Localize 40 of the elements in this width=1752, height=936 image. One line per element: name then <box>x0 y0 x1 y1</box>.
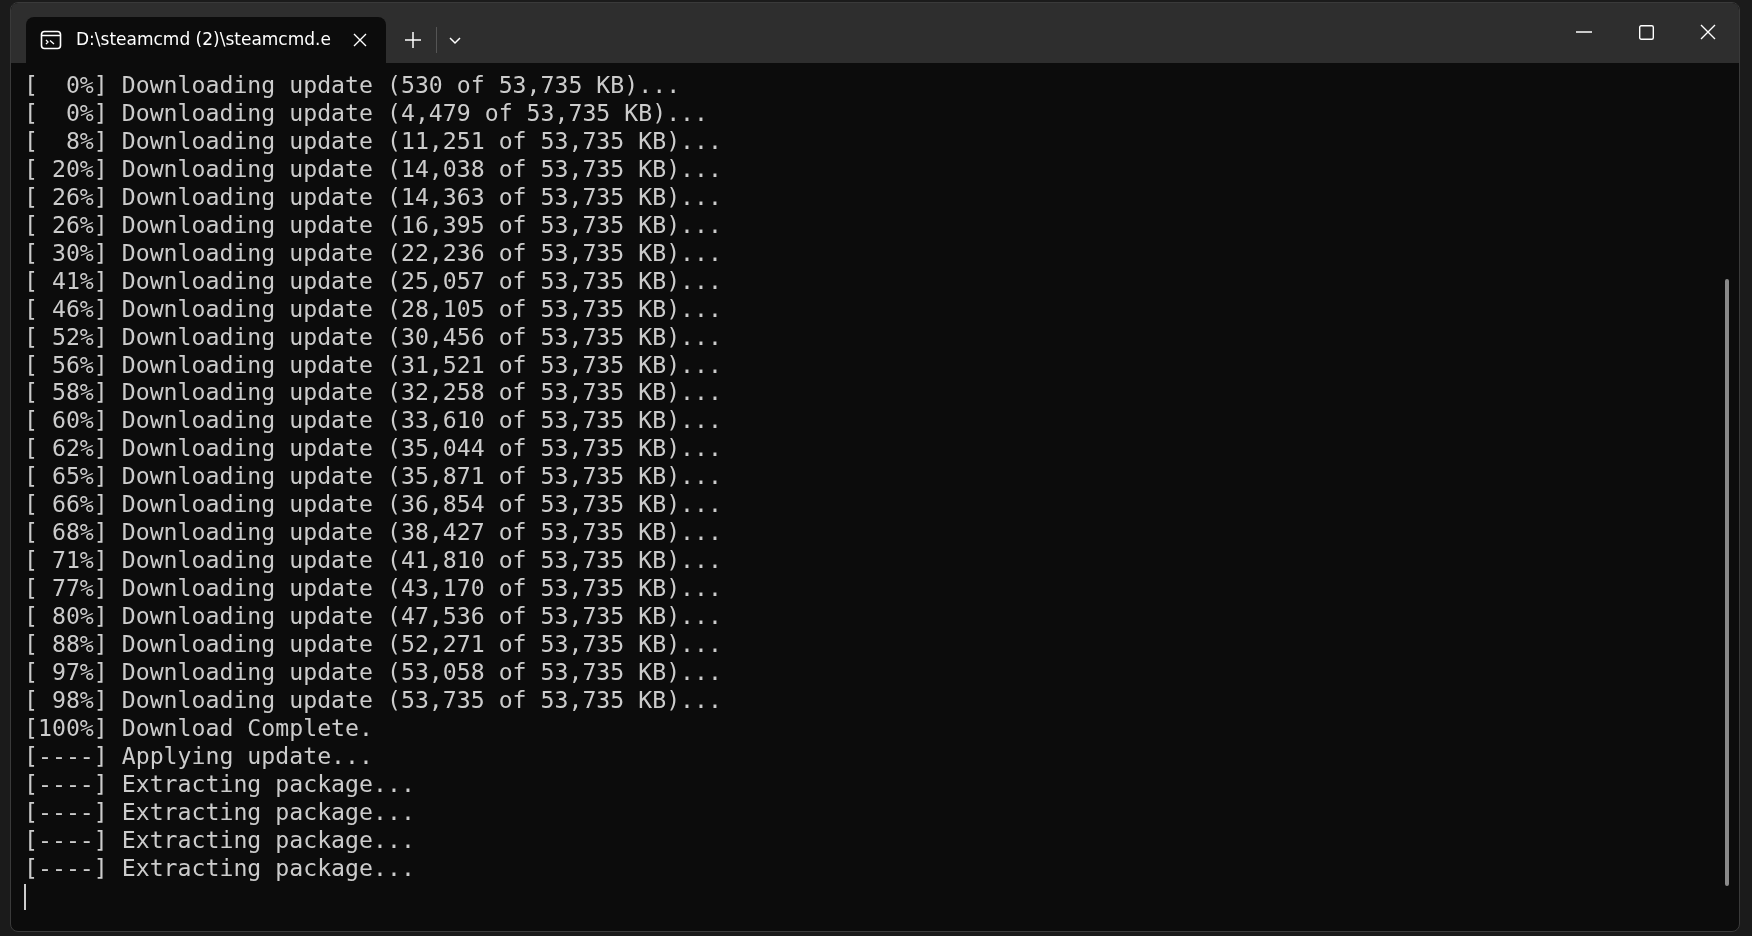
console-line: [ 30%] Downloading update (22,236 of 53,735 KB)... <box>24 238 722 267</box>
console-line: [ 41%] Downloading update (25,057 of 53,735 KB)... <box>24 266 722 295</box>
console-line: [ 20%] Downloading update (14,038 of 53,735 KB)... <box>24 154 722 183</box>
console-line: [ 66%] Downloading update (36,854 of 53,735 KB)... <box>24 490 722 519</box>
console-line: [ 58%] Downloading update (32,258 of 53,735 KB)... <box>24 378 722 407</box>
console-line: [ 77%] Downloading update (43,170 of 53,735 KB)... <box>24 574 722 603</box>
console-line: [----] Applying update... <box>24 741 373 770</box>
close-icon <box>1700 24 1716 40</box>
console-line: [ 71%] Downloading update (41,810 of 53,735 KB)... <box>24 546 722 575</box>
console-line: [ 56%] Downloading update (31,521 of 53,735 KB)... <box>24 350 722 379</box>
terminal-tab[interactable]: D:\steamcmd (2)\steamcmd.e <box>26 17 386 63</box>
console-line: [ 88%] Downloading update (52,271 of 53,735 KB)... <box>24 630 722 658</box>
terminal-icon <box>40 29 62 51</box>
minimize-icon <box>1576 31 1592 33</box>
console-line: [ 46%] Downloading update (28,105 of 53,735 KB)... <box>24 294 722 323</box>
text-cursor <box>24 883 26 910</box>
console-line: [ 8%] Downloading update (11,251 of 53,735 KB)... <box>24 126 722 155</box>
console-line: [ 80%] Downloading update (47,536 of 53,735 KB)... <box>24 602 722 631</box>
console-line: [----] Extracting package... <box>24 825 415 854</box>
console-line: [ 68%] Downloading update (38,427 of 53,735 KB)... <box>24 518 722 547</box>
console-line: [ 98%] Downloading update (53,735 of 53,735 KB)... <box>24 685 722 714</box>
console-line: [ 52%] Downloading update (30,456 of 53,735 KB)... <box>24 322 722 351</box>
console-line: [----] Extracting package... <box>24 853 415 882</box>
console-line: [----] Extracting package... <box>24 769 415 798</box>
console-line: [ 60%] Downloading update (33,610 of 53,735 KB)... <box>24 406 722 435</box>
console-line: [ 26%] Downloading update (14,363 of 53,735 KB)... <box>24 182 722 211</box>
console-line: [ 0%] Downloading update (4,479 of 53,735 KB)... <box>24 98 709 127</box>
plus-icon <box>404 31 422 49</box>
console-line: [----] Extracting package... <box>24 797 415 826</box>
close-icon <box>352 32 368 48</box>
console-line: [100%] Download Complete. <box>24 713 373 742</box>
console-line: [ 26%] Downloading update (16,395 of 53,735 KB)... <box>24 210 722 239</box>
console-line: [ 65%] Downloading update (35,871 of 53,735 KB)... <box>24 462 722 491</box>
maximize-icon <box>1638 24 1654 40</box>
console-line: [ 62%] Downloading update (35,044 of 53,735 KB)... <box>24 434 722 463</box>
console-line: [ 97%] Downloading update (53,058 of 53,735 KB)... <box>24 658 722 686</box>
tab-title: D:\steamcmd (2)\steamcmd.e <box>76 28 331 52</box>
chevron-down-icon <box>448 35 462 45</box>
console-line: [ 0%] Downloading update (530 of 53,735 KB)... <box>24 71 681 99</box>
scrollbar-thumb[interactable] <box>1725 279 1729 886</box>
